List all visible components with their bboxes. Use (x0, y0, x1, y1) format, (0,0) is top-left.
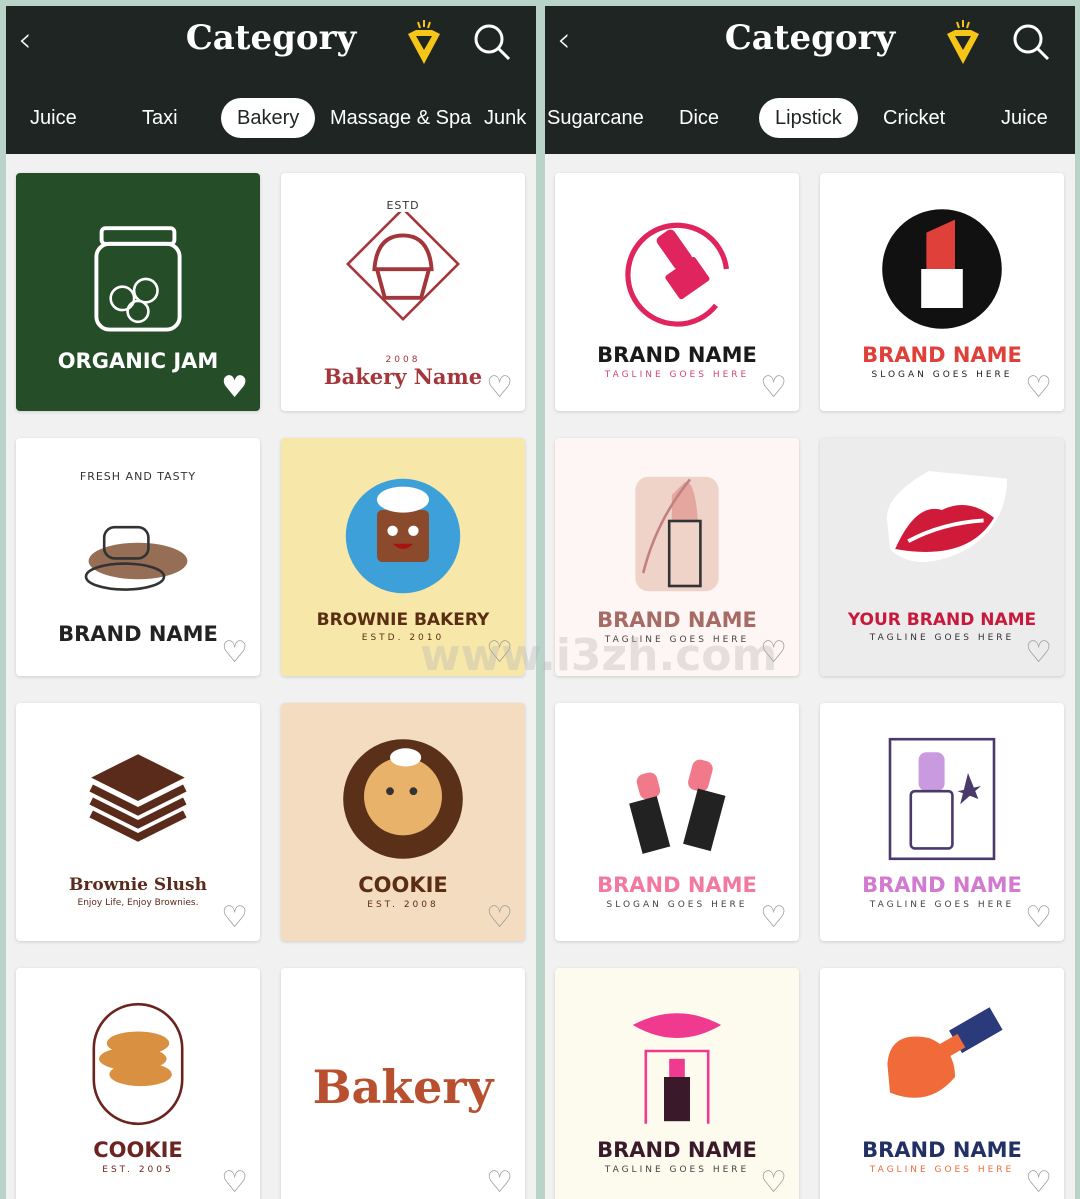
tab-dice[interactable]: Dice (663, 98, 735, 138)
logo-card[interactable]: COOKIE EST. 2008 ♡ (281, 703, 525, 941)
heart-outline-icon[interactable]: ♡ (760, 638, 787, 668)
heart-outline-icon[interactable]: ♡ (486, 638, 513, 668)
category-tabs: Juice Taxi Bakery Massage & Spa Junk (6, 98, 536, 138)
app-header: ‹ Category Juice Taxi Bakery Massage & Spa Jun… (6, 6, 536, 154)
badge-top-text: FRESH AND TASTY (79, 470, 197, 484)
logo-brand-text: BRAND NAME (862, 342, 1022, 367)
logo-tagline-text: TAGLINE GOES HERE (869, 632, 1015, 643)
logo-cake-icon (73, 736, 203, 870)
tab-junk[interactable]: Junk (468, 98, 536, 138)
tab-sugarcane[interactable]: Sugarcane (545, 98, 660, 138)
logo-brand-text: Brownie Slush (69, 875, 207, 896)
heart-outline-icon[interactable]: ♡ (760, 1168, 787, 1198)
category-tabs: Sugarcane Dice Lipstick Cricket Juice (545, 98, 1075, 138)
logo-card[interactable]: BRAND NAME SLOGAN GOES HERE ♡ (820, 173, 1064, 411)
logo-lipstick-circle-icon (612, 204, 742, 338)
logo-cookie-icon (338, 734, 468, 868)
logo-card[interactable]: BRAND NAME TAGLINE GOES HERE ♡ (555, 968, 799, 1199)
logo-brand-text: YOUR BRAND NAME (847, 610, 1037, 631)
logo-brand-text: BROWNIE BAKERY (316, 610, 490, 631)
logo-card[interactable]: Bakery ♡ (281, 968, 525, 1199)
page-title: Category (724, 18, 896, 58)
logo-card[interactable]: BRAND NAME SLOGAN GOES HERE ♡ (555, 703, 799, 941)
logo-brand-text: ORGANIC JAM (57, 349, 219, 374)
logo-two-lipsticks-icon (612, 734, 742, 868)
logo-brand-text: COOKIE (358, 872, 448, 897)
logo-brand-text: BRAND NAME (597, 872, 757, 897)
logo-muffin-icon (338, 206, 468, 346)
premium-diamond-icon[interactable] (941, 20, 985, 72)
heart-outline-icon[interactable]: ♡ (221, 638, 248, 668)
logo-brand-text: Bakery (312, 1059, 494, 1114)
heart-outline-icon[interactable]: ♡ (221, 903, 248, 933)
heart-outline-icon[interactable]: ♡ (1025, 373, 1052, 403)
heart-outline-icon[interactable]: ♡ (221, 1168, 248, 1198)
logo-tagline-text: TAGLINE GOES HERE (604, 1165, 750, 1176)
logo-cookies-icon (73, 999, 203, 1133)
tab-juice[interactable]: Juice (985, 98, 1064, 138)
tab-juice[interactable]: Juice (14, 98, 93, 138)
heart-outline-icon[interactable]: ♡ (1025, 638, 1052, 668)
tab-cricket[interactable]: Cricket (867, 98, 961, 138)
tab-bakery[interactable]: Bakery (221, 98, 316, 138)
logo-lipstick-flower-icon (877, 734, 1007, 868)
heart-filled-icon[interactable]: ♥ (221, 373, 248, 403)
logo-lips-lipstick-icon (612, 999, 742, 1133)
search-button[interactable] (1011, 22, 1051, 66)
logo-brand-text: BRAND NAME (862, 872, 1022, 897)
heart-outline-icon[interactable]: ♡ (760, 903, 787, 933)
logo-brownie-icon (338, 471, 468, 605)
logo-card[interactable]: ESTD 2008 Bakery Name ♡ (281, 173, 525, 411)
logo-bread-icon (73, 483, 203, 617)
heart-outline-icon[interactable]: ♡ (1025, 903, 1052, 933)
logo-lipstick-leaf-icon (612, 469, 742, 603)
logo-card[interactable]: FRESH AND TASTY BRAND NAME ♡ (16, 438, 260, 676)
logo-card[interactable]: BRAND NAME TAGLINE GOES HERE ♡ (555, 438, 799, 676)
heart-outline-icon[interactable]: ♡ (1025, 1168, 1052, 1198)
heart-outline-icon[interactable]: ♡ (760, 373, 787, 403)
logo-lips-icon (877, 471, 1007, 605)
left-screen: ‹ Category Juice Taxi Bakery Massage & Spa Jun… (6, 6, 536, 1199)
logo-card[interactable]: ORGANIC JAM ♥ (16, 173, 260, 411)
page-title: Category (185, 18, 357, 58)
logo-brand-text: BRAND NAME (597, 342, 757, 367)
logo-card[interactable]: YOUR BRAND NAME TAGLINE GOES HERE ♡ (820, 438, 1064, 676)
logo-tagline-text: TAGLINE GOES HERE (604, 370, 750, 381)
logo-tagline-text: Enjoy Life, Enjoy Brownies. (77, 897, 199, 908)
logo-brand-text: COOKIE (93, 1137, 183, 1162)
logo-lipstick-black-icon (877, 204, 1007, 338)
logo-card[interactable]: BRAND NAME TAGLINE GOES HERE ♡ (555, 173, 799, 411)
search-button[interactable] (472, 22, 512, 66)
logo-tagline-text: SLOGAN GOES HERE (871, 370, 1013, 381)
logo-card[interactable]: Brownie Slush Enjoy Life, Enjoy Brownies.… (16, 703, 260, 941)
tab-massage-spa[interactable]: Massage & Spa (314, 98, 487, 138)
heart-outline-icon[interactable]: ♡ (486, 903, 513, 933)
badge-top-text: ESTD (386, 198, 420, 212)
logo-card[interactable]: BROWNIE BAKERY ESTD. 2010 ♡ (281, 438, 525, 676)
logo-jar-icon (73, 210, 203, 344)
tab-taxi[interactable]: Taxi (126, 98, 194, 138)
logo-tagline-text: TAGLINE GOES HERE (869, 900, 1015, 911)
logo-brand-text: BRAND NAME (862, 1137, 1022, 1162)
logo-card[interactable]: BRAND NAME TAGLINE GOES HERE ♡ (820, 703, 1064, 941)
heart-outline-icon[interactable]: ♡ (486, 1168, 513, 1198)
heart-outline-icon[interactable]: ♡ (486, 373, 513, 403)
app-header: ‹ Category Sugarcane Dice Lipstick Cricket Jui… (545, 6, 1075, 154)
logo-brand-text: BRAND NAME (58, 622, 218, 647)
logo-brand-text: BRAND NAME (597, 1137, 757, 1162)
logo-tagline-text: TAGLINE GOES HERE (604, 635, 750, 646)
premium-diamond-icon[interactable] (402, 20, 446, 72)
right-screen: ‹ Category Sugarcane Dice Lipstick Cricket Jui… (545, 6, 1075, 1199)
logo-tagline-text: EST. 2005 (102, 1165, 174, 1176)
logo-brand-text: Bakery Name (323, 363, 483, 389)
logo-card[interactable]: COOKIE EST. 2005 ♡ (16, 968, 260, 1199)
logo-tagline-text: ESTD. 2010 (361, 632, 445, 643)
logo-lips-bottle-icon (877, 999, 1007, 1133)
logo-tagline-text: EST. 2008 (367, 900, 439, 911)
tab-lipstick[interactable]: Lipstick (759, 98, 858, 138)
logo-tagline-text: TAGLINE GOES HERE (869, 1165, 1015, 1176)
logo-tagline-text: SLOGAN GOES HERE (606, 900, 748, 911)
logo-brand-text: BRAND NAME (597, 607, 757, 632)
logo-card[interactable]: BRAND NAME TAGLINE GOES HERE ♡ (820, 968, 1064, 1199)
